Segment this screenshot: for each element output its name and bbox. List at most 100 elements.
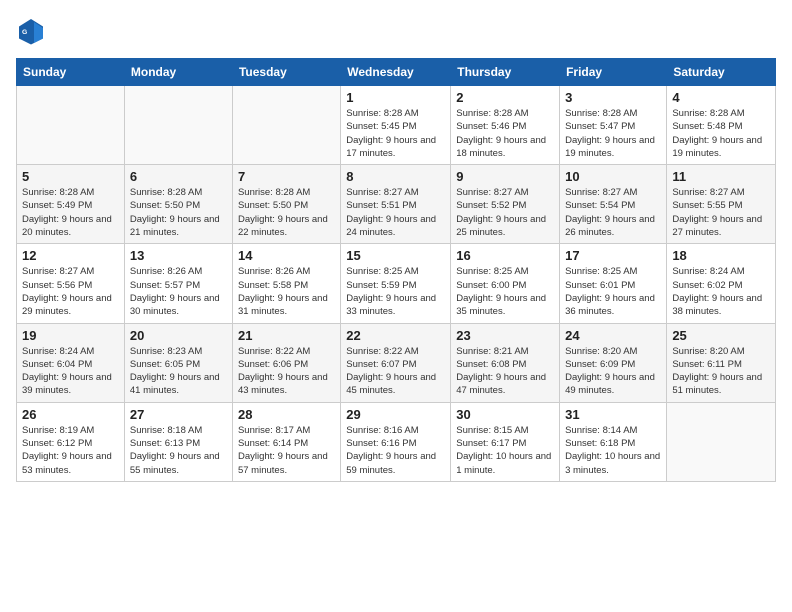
calendar-cell [667, 402, 776, 481]
day-number: 16 [456, 248, 554, 263]
day-info: Sunrise: 8:16 AM Sunset: 6:16 PM Dayligh… [346, 424, 445, 477]
day-number: 28 [238, 407, 335, 422]
calendar-cell: 31 Sunrise: 8:14 AM Sunset: 6:18 PM Dayli… [560, 402, 667, 481]
calendar-cell [232, 86, 340, 165]
calendar-cell: 20Sunrise: 8:23 AM Sunset: 6:05 PM Dayli… [124, 323, 232, 402]
calendar-table: SundayMondayTuesdayWednesdayThursdayFrid… [16, 58, 776, 482]
weekday-header-thursday: Thursday [451, 59, 560, 86]
calendar-cell: 3Sunrise: 8:28 AM Sunset: 5:47 PM Daylig… [560, 86, 667, 165]
day-info: Sunrise: 8:19 AM Sunset: 6:12 PM Dayligh… [22, 424, 119, 477]
day-info: Sunrise: 8:14 AM Sunset: 6:18 PM Dayligh… [565, 424, 661, 477]
day-info: Sunrise: 8:28 AM Sunset: 5:45 PM Dayligh… [346, 107, 445, 160]
day-info: Sunrise: 8:24 AM Sunset: 6:04 PM Dayligh… [22, 345, 119, 398]
day-number: 17 [565, 248, 661, 263]
calendar-week-1: 1 Sunrise: 8:28 AM Sunset: 5:45 PM Daylig… [17, 86, 776, 165]
day-number: 11 [672, 169, 770, 184]
calendar-cell: 30 Sunrise: 8:15 AM Sunset: 6:17 PM Dayli… [451, 402, 560, 481]
day-info: Sunrise: 8:24 AM Sunset: 6:02 PM Dayligh… [672, 265, 770, 318]
weekday-header-monday: Monday [124, 59, 232, 86]
calendar-cell: 13 Sunrise: 8:26 AM Sunset: 5:57 PM Dayli… [124, 244, 232, 323]
calendar-cell: 28 Sunrise: 8:17 AM Sunset: 6:14 PM Dayli… [232, 402, 340, 481]
calendar-week-5: 26 Sunrise: 8:19 AM Sunset: 6:12 PM Dayli… [17, 402, 776, 481]
day-info: Sunrise: 8:28 AM Sunset: 5:48 PM Dayligh… [672, 107, 770, 160]
calendar-cell: 11 Sunrise: 8:27 AM Sunset: 5:55 PM Dayli… [667, 165, 776, 244]
day-number: 9 [456, 169, 554, 184]
calendar-header-row: SundayMondayTuesdayWednesdayThursdayFrid… [17, 59, 776, 86]
day-number: 24 [565, 328, 661, 343]
day-info: Sunrise: 8:25 AM Sunset: 6:00 PM Dayligh… [456, 265, 554, 318]
day-info: Sunrise: 8:22 AM Sunset: 6:06 PM Dayligh… [238, 345, 335, 398]
svg-text:G: G [22, 29, 27, 36]
day-number: 12 [22, 248, 119, 263]
calendar-cell: 25 Sunrise: 8:20 AM Sunset: 6:11 PM Dayli… [667, 323, 776, 402]
weekday-header-tuesday: Tuesday [232, 59, 340, 86]
day-info: Sunrise: 8:28 AM Sunset: 5:46 PM Dayligh… [456, 107, 554, 160]
day-number: 7 [238, 169, 335, 184]
day-info: Sunrise: 8:20 AM Sunset: 6:11 PM Dayligh… [672, 345, 770, 398]
calendar-cell [17, 86, 125, 165]
day-number: 5 [22, 169, 119, 184]
day-number: 10 [565, 169, 661, 184]
day-info: Sunrise: 8:21 AM Sunset: 6:08 PM Dayligh… [456, 345, 554, 398]
day-number: 4 [672, 90, 770, 105]
calendar-cell: 15 Sunrise: 8:25 AM Sunset: 5:59 PM Dayli… [341, 244, 451, 323]
day-info: Sunrise: 8:28 AM Sunset: 5:47 PM Dayligh… [565, 107, 661, 160]
day-info: Sunrise: 8:27 AM Sunset: 5:55 PM Dayligh… [672, 186, 770, 239]
calendar-cell: 17 Sunrise: 8:25 AM Sunset: 6:01 PM Dayli… [560, 244, 667, 323]
calendar-cell: 29 Sunrise: 8:16 AM Sunset: 6:16 PM Dayli… [341, 402, 451, 481]
day-number: 14 [238, 248, 335, 263]
day-number: 29 [346, 407, 445, 422]
calendar-cell: 9Sunrise: 8:27 AM Sunset: 5:52 PM Daylig… [451, 165, 560, 244]
logo: G [16, 16, 50, 46]
calendar-week-3: 12 Sunrise: 8:27 AM Sunset: 5:56 PM Dayli… [17, 244, 776, 323]
day-info: Sunrise: 8:23 AM Sunset: 6:05 PM Dayligh… [130, 345, 227, 398]
day-number: 21 [238, 328, 335, 343]
calendar-cell: 1 Sunrise: 8:28 AM Sunset: 5:45 PM Daylig… [341, 86, 451, 165]
day-info: Sunrise: 8:25 AM Sunset: 5:59 PM Dayligh… [346, 265, 445, 318]
day-info: Sunrise: 8:26 AM Sunset: 5:57 PM Dayligh… [130, 265, 227, 318]
day-info: Sunrise: 8:27 AM Sunset: 5:54 PM Dayligh… [565, 186, 661, 239]
calendar-cell: 27Sunrise: 8:18 AM Sunset: 6:13 PM Dayli… [124, 402, 232, 481]
calendar-cell: 12 Sunrise: 8:27 AM Sunset: 5:56 PM Dayli… [17, 244, 125, 323]
day-info: Sunrise: 8:28 AM Sunset: 5:50 PM Dayligh… [130, 186, 227, 239]
day-number: 18 [672, 248, 770, 263]
day-info: Sunrise: 8:22 AM Sunset: 6:07 PM Dayligh… [346, 345, 445, 398]
day-number: 1 [346, 90, 445, 105]
day-number: 13 [130, 248, 227, 263]
page-header: G [16, 16, 776, 46]
weekday-header-wednesday: Wednesday [341, 59, 451, 86]
day-info: Sunrise: 8:26 AM Sunset: 5:58 PM Dayligh… [238, 265, 335, 318]
day-info: Sunrise: 8:15 AM Sunset: 6:17 PM Dayligh… [456, 424, 554, 477]
day-info: Sunrise: 8:25 AM Sunset: 6:01 PM Dayligh… [565, 265, 661, 318]
calendar-cell: 10 Sunrise: 8:27 AM Sunset: 5:54 PM Dayli… [560, 165, 667, 244]
calendar-cell: 21 Sunrise: 8:22 AM Sunset: 6:06 PM Dayli… [232, 323, 340, 402]
day-number: 26 [22, 407, 119, 422]
day-info: Sunrise: 8:17 AM Sunset: 6:14 PM Dayligh… [238, 424, 335, 477]
calendar-cell: 8Sunrise: 8:27 AM Sunset: 5:51 PM Daylig… [341, 165, 451, 244]
calendar-cell: 5 Sunrise: 8:28 AM Sunset: 5:49 PM Daylig… [17, 165, 125, 244]
day-number: 31 [565, 407, 661, 422]
calendar-cell: 4 Sunrise: 8:28 AM Sunset: 5:48 PM Daylig… [667, 86, 776, 165]
weekday-header-friday: Friday [560, 59, 667, 86]
calendar-cell: 23Sunrise: 8:21 AM Sunset: 6:08 PM Dayli… [451, 323, 560, 402]
calendar-cell: 16 Sunrise: 8:25 AM Sunset: 6:00 PM Dayli… [451, 244, 560, 323]
day-info: Sunrise: 8:28 AM Sunset: 5:49 PM Dayligh… [22, 186, 119, 239]
day-info: Sunrise: 8:18 AM Sunset: 6:13 PM Dayligh… [130, 424, 227, 477]
day-info: Sunrise: 8:27 AM Sunset: 5:56 PM Dayligh… [22, 265, 119, 318]
weekday-header-sunday: Sunday [17, 59, 125, 86]
day-number: 6 [130, 169, 227, 184]
day-number: 15 [346, 248, 445, 263]
day-info: Sunrise: 8:20 AM Sunset: 6:09 PM Dayligh… [565, 345, 661, 398]
day-number: 30 [456, 407, 554, 422]
calendar-cell: 22 Sunrise: 8:22 AM Sunset: 6:07 PM Dayli… [341, 323, 451, 402]
day-info: Sunrise: 8:28 AM Sunset: 5:50 PM Dayligh… [238, 186, 335, 239]
calendar-cell: 18 Sunrise: 8:24 AM Sunset: 6:02 PM Dayli… [667, 244, 776, 323]
day-number: 22 [346, 328, 445, 343]
calendar-cell: 24 Sunrise: 8:20 AM Sunset: 6:09 PM Dayli… [560, 323, 667, 402]
calendar-cell [124, 86, 232, 165]
day-number: 25 [672, 328, 770, 343]
calendar-cell: 26 Sunrise: 8:19 AM Sunset: 6:12 PM Dayli… [17, 402, 125, 481]
calendar-cell: 6 Sunrise: 8:28 AM Sunset: 5:50 PM Daylig… [124, 165, 232, 244]
day-number: 8 [346, 169, 445, 184]
calendar-cell: 19Sunrise: 8:24 AM Sunset: 6:04 PM Dayli… [17, 323, 125, 402]
